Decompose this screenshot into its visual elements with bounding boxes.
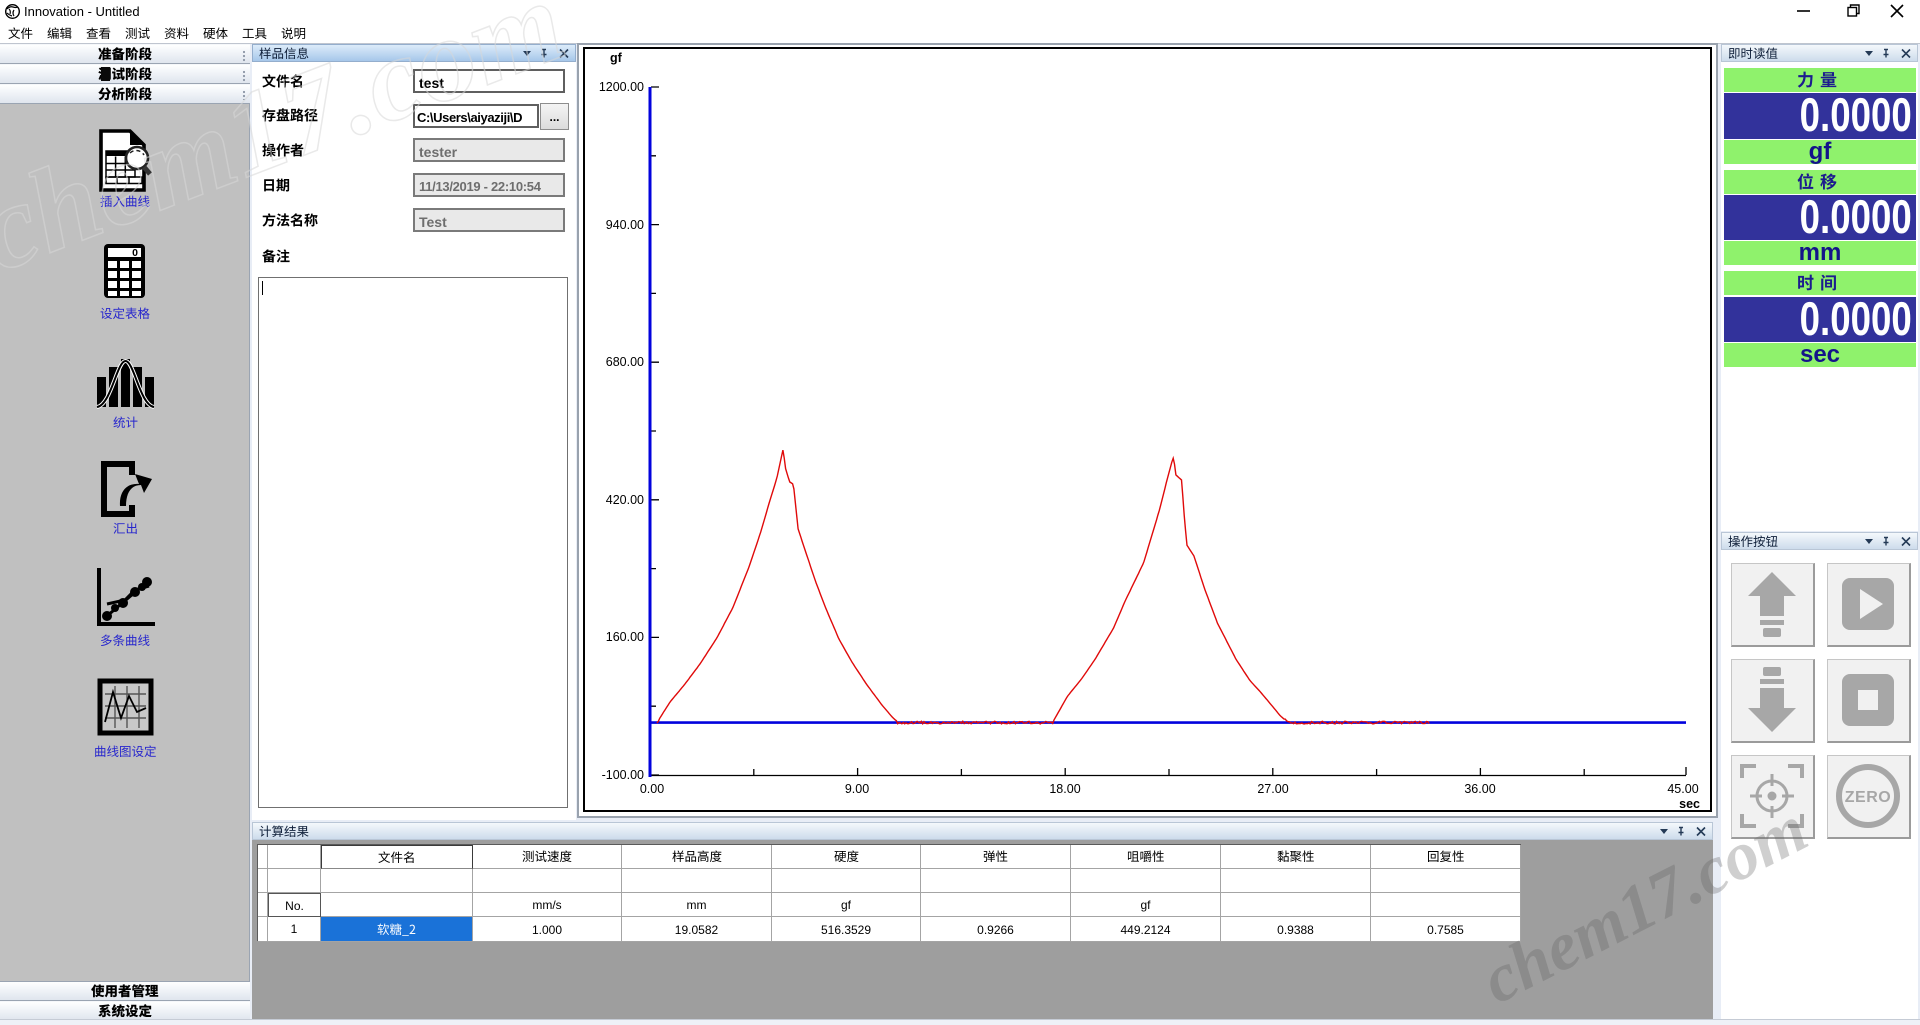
svg-text:sec: sec: [1679, 797, 1700, 811]
svg-text:160.00: 160.00: [606, 630, 644, 644]
svg-text:ZERO: ZERO: [1845, 789, 1891, 806]
svg-text:420.00: 420.00: [606, 493, 644, 507]
svg-text:27.00: 27.00: [1257, 782, 1288, 796]
svg-text:1200.00: 1200.00: [599, 80, 644, 94]
svg-text:9.00: 9.00: [845, 782, 869, 796]
svg-text:18.00: 18.00: [1049, 782, 1080, 796]
svg-text:45.00: 45.00: [1667, 782, 1698, 796]
svg-text:940.00: 940.00: [606, 218, 644, 232]
svg-text:gf: gf: [610, 51, 623, 65]
svg-text:36.00: 36.00: [1464, 782, 1495, 796]
svg-text:0.00: 0.00: [640, 782, 664, 796]
svg-text:680.00: 680.00: [606, 355, 644, 369]
svg-text:-100.00: -100.00: [602, 768, 644, 782]
svg-text:0: 0: [132, 247, 138, 259]
